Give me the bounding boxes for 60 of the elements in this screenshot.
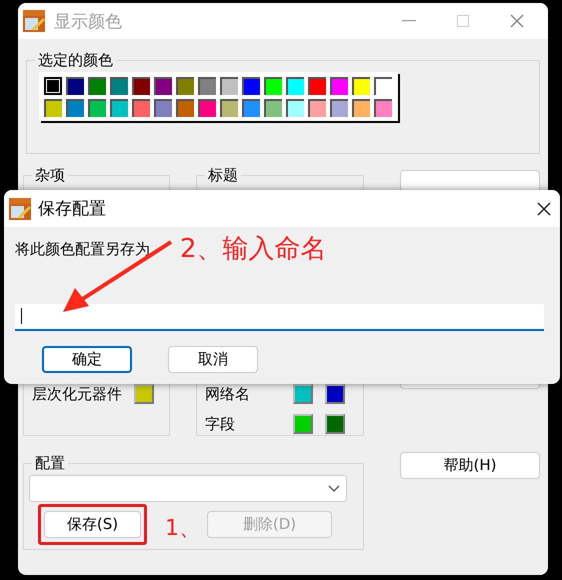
color-swatch[interactable] xyxy=(330,77,348,95)
color-swatch[interactable] xyxy=(198,99,216,117)
color-swatch[interactable] xyxy=(132,99,150,117)
color-swatch[interactable] xyxy=(134,384,154,404)
item-label: 层次化元器件 xyxy=(32,384,122,404)
prompt-text: 将此颜色配置另存为 xyxy=(15,240,150,259)
color-swatch[interactable] xyxy=(176,77,194,95)
item-label: 字段 xyxy=(205,414,236,434)
color-swatch[interactable] xyxy=(88,99,106,117)
color-swatch[interactable] xyxy=(242,99,260,117)
close-icon[interactable] xyxy=(536,200,552,216)
color-swatch[interactable] xyxy=(352,77,370,95)
item-label: 网络名 xyxy=(205,384,251,404)
config-dropdown[interactable] xyxy=(29,475,347,502)
group-label: 标题 xyxy=(207,166,239,184)
group-label: 选定的颜色 xyxy=(37,51,114,69)
color-swatch[interactable] xyxy=(293,414,313,434)
color-swatch[interactable] xyxy=(176,99,194,117)
color-swatch[interactable] xyxy=(88,77,106,95)
color-swatch[interactable] xyxy=(242,77,260,95)
color-swatch[interactable] xyxy=(325,384,345,404)
color-swatch[interactable] xyxy=(330,99,348,117)
color-swatch[interactable] xyxy=(154,99,172,117)
group-label: 杂项 xyxy=(34,166,66,184)
help-button[interactable]: 帮助(H) xyxy=(400,452,540,479)
color-swatch[interactable] xyxy=(44,77,62,95)
color-swatch[interactable] xyxy=(132,77,150,95)
app-logo-icon xyxy=(8,196,32,220)
dialog-title: 保存配置 xyxy=(38,198,107,220)
minimize-icon[interactable] xyxy=(402,20,416,22)
color-swatch[interactable] xyxy=(154,77,172,95)
color-swatch[interactable] xyxy=(308,99,326,117)
color-swatch[interactable] xyxy=(110,99,128,117)
color-swatch[interactable] xyxy=(66,77,84,95)
color-swatch[interactable] xyxy=(286,77,304,95)
color-swatch[interactable] xyxy=(198,77,216,95)
color-swatch[interactable] xyxy=(264,99,282,117)
group-label: 配置 xyxy=(34,454,66,472)
color-swatch[interactable] xyxy=(220,99,238,117)
step-annotation: 1、 xyxy=(165,516,201,541)
color-swatch[interactable] xyxy=(293,384,313,404)
chevron-down-icon xyxy=(328,484,340,492)
color-swatch[interactable] xyxy=(308,77,326,95)
color-swatch[interactable] xyxy=(352,99,370,117)
maximize-icon[interactable] xyxy=(457,15,469,27)
color-swatch[interactable] xyxy=(264,77,282,95)
color-swatch[interactable] xyxy=(374,99,392,117)
color-swatch[interactable] xyxy=(66,99,84,117)
config-button[interactable]: 保存(S) xyxy=(44,511,141,538)
color-swatch[interactable] xyxy=(286,99,304,117)
app-logo-icon xyxy=(22,9,46,33)
color-swatch[interactable] xyxy=(220,77,238,95)
window-title: 显示颜色 xyxy=(54,10,123,32)
dialog-button[interactable]: 确定 xyxy=(42,346,132,373)
step-annotation: 2、输入命名 xyxy=(180,235,327,264)
dialog-button[interactable]: 取消 xyxy=(168,346,258,373)
color-swatch[interactable] xyxy=(110,77,128,95)
color-swatch[interactable] xyxy=(325,414,345,434)
color-swatch[interactable] xyxy=(44,99,62,117)
name-input-field[interactable] xyxy=(15,304,544,331)
